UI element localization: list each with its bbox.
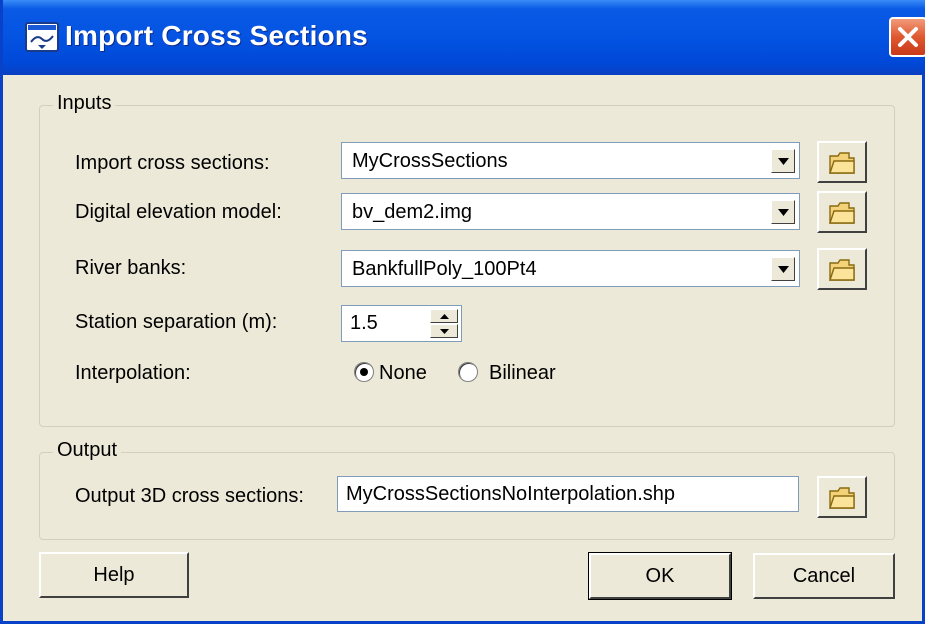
- dialog-app-icon: [25, 22, 59, 52]
- import-cross-sections-dialog: Import Cross Sections Inputs Import cros…: [0, 0, 925, 624]
- interpolation-none-label[interactable]: None: [379, 362, 427, 385]
- close-icon: [898, 27, 918, 47]
- title-bar[interactable]: Import Cross Sections: [3, 0, 925, 75]
- folder-icon: [829, 202, 855, 224]
- inputs-legend: Inputs: [53, 92, 116, 115]
- folder-icon: [829, 259, 855, 281]
- chevron-up-icon: [440, 314, 449, 319]
- output-legend: Output: [53, 439, 122, 462]
- station-separation-stepper[interactable]: 1.5: [341, 305, 462, 342]
- river-banks-select[interactable]: BankfullPoly_100Pt4: [341, 250, 800, 287]
- interpolation-bilinear-label[interactable]: Bilinear: [489, 362, 556, 385]
- interpolation-bilinear-radio[interactable]: [458, 362, 478, 382]
- dropdown-button[interactable]: [771, 149, 795, 173]
- output-3d-input[interactable]: MyCrossSectionsNoInterpolation.shp: [337, 476, 799, 512]
- chevron-down-icon: [440, 329, 449, 334]
- browse-river-banks-button[interactable]: [817, 248, 867, 290]
- dropdown-button[interactable]: [771, 257, 795, 281]
- river-banks-label: River banks:: [75, 257, 187, 279]
- browse-dem-button[interactable]: [817, 191, 867, 233]
- spin-up-button[interactable]: [430, 309, 458, 323]
- chevron-down-icon: [778, 158, 789, 165]
- cancel-button[interactable]: Cancel: [753, 553, 895, 599]
- ok-button[interactable]: OK: [588, 552, 732, 600]
- import-cross-sections-label: Import cross sections:: [75, 152, 270, 174]
- dropdown-button[interactable]: [771, 200, 795, 224]
- dialog-title: Import Cross Sections: [65, 20, 368, 51]
- interpolation-label: Interpolation:: [75, 362, 191, 384]
- chevron-down-icon: [778, 209, 789, 216]
- import-cross-sections-select[interactable]: MyCrossSections: [341, 142, 800, 179]
- dem-label: Digital elevation model:: [75, 201, 282, 223]
- browse-output-button[interactable]: [817, 476, 867, 518]
- output-3d-label: Output 3D cross sections:: [75, 485, 304, 507]
- help-button[interactable]: Help: [39, 552, 189, 598]
- browse-import-cross-sections-button[interactable]: [817, 141, 867, 183]
- spin-down-button[interactable]: [430, 324, 458, 338]
- close-button[interactable]: [889, 17, 925, 57]
- chevron-down-icon: [778, 266, 789, 273]
- folder-icon: [829, 487, 855, 509]
- interpolation-none-radio[interactable]: [354, 362, 374, 382]
- folder-icon: [829, 152, 855, 174]
- station-separation-label: Station separation (m):: [75, 311, 278, 333]
- radio-selected-dot: [360, 368, 368, 376]
- dem-select[interactable]: bv_dem2.img: [341, 193, 800, 230]
